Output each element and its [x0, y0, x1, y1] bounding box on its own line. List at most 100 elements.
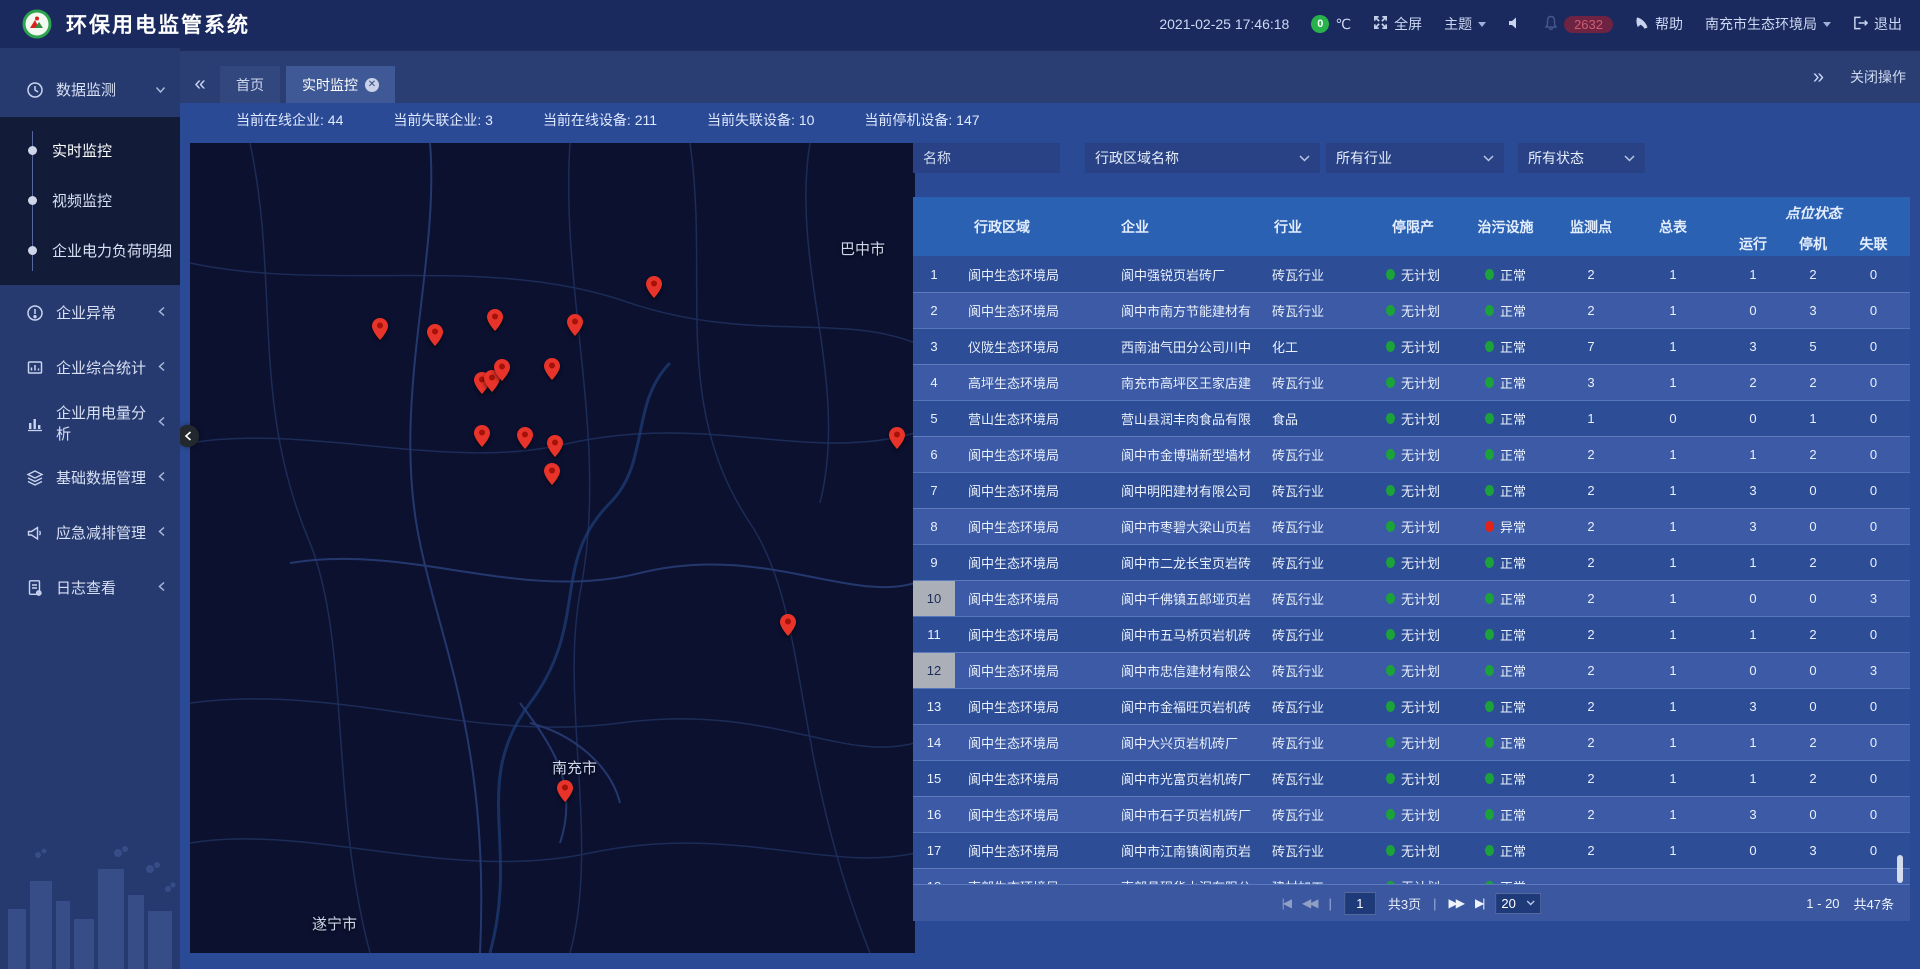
map-pin-icon[interactable]: [427, 324, 443, 346]
cell-company: 阆中市忠信建材有限公: [1108, 653, 1268, 688]
table-row[interactable]: 5营山生态环境局营山县润丰肉食品有限食品无计划正常10010: [913, 400, 1910, 436]
sidebar-item-3[interactable]: 企业用电量分析: [0, 395, 180, 450]
cell-industry: 化工: [1268, 329, 1368, 364]
map-pin-icon[interactable]: [474, 425, 490, 447]
sidebar-collapse-button[interactable]: [177, 425, 199, 447]
close-operations-button[interactable]: 关闭操作: [1850, 67, 1906, 87]
notification-count-badge: 2632: [1564, 16, 1613, 33]
sidebar-subitem-企业电力负荷明细[interactable]: 企业电力负荷明细: [0, 225, 180, 275]
chevron-left-icon: [157, 304, 166, 321]
status-filter-select[interactable]: 所有状态: [1518, 143, 1645, 173]
cell-facility: 正常: [1458, 401, 1553, 436]
cell-limit: 无计划: [1368, 437, 1458, 472]
table-row[interactable]: 16阆中生态环境局阆中市石子页岩机砖厂砖瓦行业无计划正常21300: [913, 796, 1910, 832]
sidebar-item-2[interactable]: 企业综合统计: [0, 340, 180, 395]
tab-首页[interactable]: 首页: [220, 66, 280, 103]
theme-dropdown[interactable]: 主题: [1444, 14, 1486, 34]
cell-stop: 3: [1789, 293, 1837, 328]
table-row[interactable]: 10阆中生态环境局阆中千佛镇五郎垭页岩砖瓦行业无计划正常21003: [913, 580, 1910, 616]
cell-index: 7: [913, 473, 955, 508]
table-row[interactable]: 15阆中生态环境局阆中市光富页岩机砖厂砖瓦行业无计划正常21120: [913, 760, 1910, 796]
logout-button[interactable]: 退出: [1853, 14, 1902, 34]
cell-industry: 砖瓦行业: [1268, 365, 1368, 400]
region-filter-select[interactable]: 行政区域名称: [1085, 143, 1320, 173]
map-pin-icon[interactable]: [889, 427, 905, 449]
cell-stop: 1: [1789, 401, 1837, 436]
stats-bar: 当前在线企业: 44当前失联企业: 3当前在线设备: 211当前失联设备: 10…: [236, 110, 980, 130]
table-row[interactable]: 7阆中生态环境局阆中明阳建材有限公司砖瓦行业无计划正常21300: [913, 472, 1910, 508]
cell-offline: 3: [1837, 581, 1910, 616]
page-number-input[interactable]: 1: [1344, 892, 1376, 915]
cell-meter: 1: [1629, 689, 1717, 724]
mute-button[interactable]: [1508, 16, 1522, 33]
table-row[interactable]: 8阆中生态环境局阆中市枣碧大梁山页岩砖瓦行业无计划异常21300: [913, 508, 1910, 544]
first-page-button[interactable]: |◀: [1282, 896, 1290, 910]
help-button[interactable]: 帮助: [1635, 14, 1683, 34]
cell-index: 5: [913, 401, 955, 436]
map[interactable]: 巴中市南充市遂宁市: [190, 143, 915, 953]
tab-实时监控[interactable]: 实时监控✕: [286, 66, 395, 103]
cell-meter: 1: [1629, 617, 1717, 652]
org-dropdown[interactable]: 南充市生态环境局: [1705, 14, 1831, 34]
last-page-button[interactable]: ▶|: [1475, 896, 1483, 910]
prev-page-button[interactable]: ◀◀: [1302, 896, 1316, 910]
sidebar-subitem-实时监控[interactable]: 实时监控: [0, 125, 180, 175]
table-row[interactable]: 11阆中生态环境局阆中市五马桥页岩机砖砖瓦行业无计划正常21120: [913, 616, 1910, 652]
col-monitor: 监测点: [1553, 197, 1629, 256]
cell-facility: 正常: [1458, 329, 1553, 364]
sidebar-item-5[interactable]: 应急减排管理: [0, 505, 180, 560]
tabs-scroll-right-icon[interactable]: »: [1813, 66, 1824, 89]
map-pin-icon[interactable]: [780, 614, 796, 636]
table-row[interactable]: 2阆中生态环境局阆中市南方节能建材有砖瓦行业无计划正常21030: [913, 292, 1910, 328]
next-page-button[interactable]: ▶▶: [1449, 896, 1463, 910]
cell-monitor: 2: [1553, 437, 1629, 472]
map-pin-icon[interactable]: [567, 314, 583, 336]
col-company: 企业: [1108, 197, 1268, 256]
table-scrollbar-thumb[interactable]: [1897, 855, 1903, 883]
table-row[interactable]: 18南部生态环境局南部县砚华水泥有限公建材加工无计划正常: [913, 868, 1910, 884]
map-pin-icon[interactable]: [557, 780, 573, 802]
map-pin-icon[interactable]: [487, 309, 503, 331]
map-pin-icon[interactable]: [372, 318, 388, 340]
table-row[interactable]: 3仪陇生态环境局西南油气田分公司川中化工无计划正常71350: [913, 328, 1910, 364]
map-pin-icon[interactable]: [547, 435, 563, 457]
table-row[interactable]: 13阆中生态环境局阆中市金福旺页岩机砖砖瓦行业无计划正常21300: [913, 688, 1910, 724]
tabs-scroll-left-icon[interactable]: «: [180, 66, 220, 103]
map-pin-icon[interactable]: [494, 359, 510, 381]
notifications[interactable]: 2632: [1544, 15, 1613, 33]
table-row[interactable]: 9阆中生态环境局阆中市二龙长宝页岩砖砖瓦行业无计划正常21120: [913, 544, 1910, 580]
fullscreen-icon: [1373, 15, 1388, 33]
cell-run: 2: [1717, 365, 1789, 400]
sidebar-item-6[interactable]: 日志查看: [0, 560, 180, 615]
table-row[interactable]: 14阆中生态环境局阆中大兴页岩机砖厂砖瓦行业无计划正常21120: [913, 724, 1910, 760]
cell-stop: [1789, 869, 1837, 884]
table-row[interactable]: 6阆中生态环境局阆中市金博瑞新型墙材砖瓦行业无计划正常21120: [913, 436, 1910, 472]
sidebar-item-1[interactable]: 企业异常: [0, 285, 180, 340]
cell-facility: 正常: [1458, 473, 1553, 508]
status-dot-green: [1485, 665, 1494, 676]
table-row[interactable]: 1阆中生态环境局阆中强锐页岩砖厂砖瓦行业无计划正常21120: [913, 256, 1910, 292]
fullscreen-button[interactable]: 全屏: [1373, 14, 1422, 34]
sidebar-item-4[interactable]: 基础数据管理: [0, 450, 180, 505]
table-row[interactable]: 17阆中生态环境局阆中市江南镇阆南页岩砖瓦行业无计划正常21030: [913, 832, 1910, 868]
cell-meter: [1629, 869, 1717, 884]
map-pin-icon[interactable]: [517, 427, 533, 449]
table-body: 1阆中生态环境局阆中强锐页岩砖厂砖瓦行业无计划正常211202阆中生态环境局阆中…: [913, 256, 1910, 884]
map-pin-icon[interactable]: [544, 358, 560, 380]
tab-close-icon[interactable]: ✕: [365, 78, 379, 92]
map-pin-icon[interactable]: [544, 463, 560, 485]
cell-offline: 0: [1837, 473, 1910, 508]
cell-company: 营山县润丰肉食品有限: [1108, 401, 1268, 436]
industry-filter-select[interactable]: 所有行业: [1326, 143, 1504, 173]
map-pin-icon[interactable]: [646, 276, 662, 298]
sidebar-subitem-视频监控[interactable]: 视频监控: [0, 175, 180, 225]
chevron-down-icon: [1478, 22, 1486, 27]
status-dot-green: [1386, 629, 1395, 640]
table-row[interactable]: 12阆中生态环境局阆中市忠信建材有限公砖瓦行业无计划正常21003: [913, 652, 1910, 688]
sidebar-item-0[interactable]: 数据监测: [0, 62, 180, 117]
cell-run: 1: [1717, 617, 1789, 652]
stat-当前在线企业: 当前在线企业: 44: [236, 110, 343, 130]
page-size-select[interactable]: 20: [1495, 893, 1541, 914]
name-filter-input[interactable]: [913, 143, 1060, 173]
table-row[interactable]: 4高坪生态环境局南充市高坪区王家店建砖瓦行业无计划正常31220: [913, 364, 1910, 400]
